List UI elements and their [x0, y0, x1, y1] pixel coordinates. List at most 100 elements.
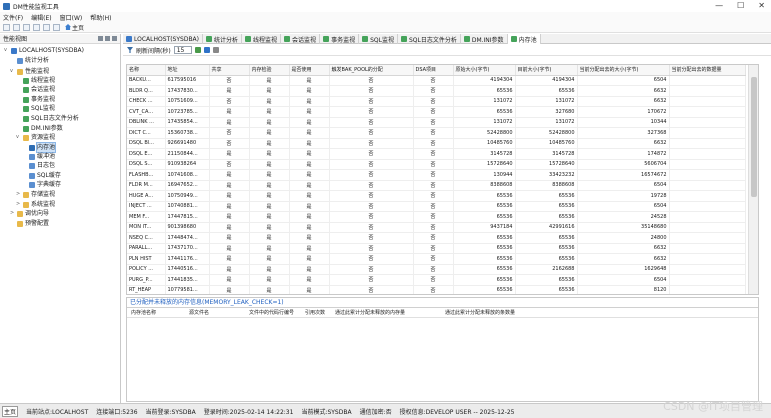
table-row[interactable]: BACKU... 617595016 否是是否否 4194304 4194304 6504 [127, 75, 746, 86]
editor-tab[interactable]: DM.INI参数 [461, 34, 508, 44]
tree-item[interactable]: 事务监视 [16, 95, 55, 104]
tree-item[interactable]: SQL监视 [16, 104, 55, 113]
tree-item[interactable]: SQL缓存 [22, 171, 61, 180]
tree-item[interactable]: 日志包 [22, 161, 55, 170]
tree-twisty-icon[interactable]: > [16, 200, 21, 209]
tree-item[interactable]: > 系统监视 [16, 200, 55, 209]
tree-item[interactable]: > 存储监视 [16, 190, 55, 199]
column-header[interactable]: 当前分配出去的大小(字节) [577, 65, 670, 76]
save-icon[interactable] [13, 23, 20, 31]
table-row[interactable]: FLASHB... 10741608... 是是是否否 130944 33423232 1… [127, 169, 746, 181]
table-row[interactable]: PARALL... 17437170... 是是是否否 65536 65536 6632 [127, 243, 746, 254]
leak-column-header[interactable]: 文件中的代码行编号 [245, 309, 301, 316]
column-header[interactable]: 触发BAK_POOL的分配 [329, 65, 414, 76]
leak-column-header[interactable]: 通过此累计分配未释放的内存量 [331, 309, 441, 316]
table-row[interactable]: PLN HIST 17441176... 是是是否否 65536 65536 6632 [127, 253, 746, 265]
minimize-button[interactable]: — [715, 1, 723, 10]
editor-tab[interactable]: 会话监视 [281, 34, 321, 44]
scrollbar-thumb[interactable] [751, 77, 757, 197]
table-row[interactable]: CVT_CA... 10723785... 是是是否否 65536 327680 1706… [127, 106, 746, 118]
leak-column-header[interactable]: 引用次数 [301, 309, 331, 316]
table-row[interactable]: DBLINK ... 17435854... 是是是否否 131072 131072 10… [127, 117, 746, 128]
table-cell: 65536 [453, 106, 516, 118]
status-home-badge[interactable]: 主页 [2, 405, 19, 417]
table-row[interactable]: DSQL E... 21150844... 是是是否否 3145728 3145728 1… [127, 148, 746, 160]
panel-minimize-icon[interactable] [112, 36, 117, 41]
forward-icon[interactable] [53, 23, 60, 31]
link-icon[interactable] [105, 36, 110, 41]
table-cell: 17440516... [165, 264, 210, 275]
export-icon[interactable] [212, 47, 219, 53]
connect-icon[interactable] [23, 23, 30, 31]
column-header[interactable]: 是否使用 [289, 65, 330, 76]
table-row[interactable]: CHECK ... 10751609... 否是是否否 131072 131072 663… [127, 96, 746, 107]
disconnect-icon[interactable] [33, 23, 40, 31]
table-row[interactable]: RT_HEAP 10779581... 是是是否否 65536 65536 8120 [127, 285, 746, 294]
column-header[interactable]: DSA项目 [413, 65, 454, 76]
table-vertical-scrollbar[interactable] [748, 65, 758, 294]
menu-file[interactable]: 文件(F) [3, 13, 23, 22]
tree-item[interactable]: v LOCALHOST(SYSDBA) [4, 46, 84, 55]
new-icon[interactable] [3, 23, 10, 31]
tree-item[interactable]: v 性能监视 [10, 67, 49, 76]
tree-twisty-icon[interactable]: > [10, 209, 15, 218]
tree-twisty-icon[interactable]: v [4, 46, 9, 55]
menu-window[interactable]: 窗口(W) [60, 13, 83, 22]
editor-tab[interactable]: LOCALHOST(SYSDBA) [123, 34, 204, 44]
menu-help[interactable]: 帮助(H) [90, 13, 111, 22]
home-button[interactable]: 主页 [65, 23, 84, 32]
table-row[interactable]: PURG_P... 17441835... 是是是否否 65536 65536 6504 [127, 274, 746, 286]
table-row[interactable]: INJECT ... 10740881... 是是是否否 65536 65536 6504 [127, 201, 746, 212]
tree-item[interactable]: v 资源监视 [16, 133, 55, 142]
tree-item[interactable]: 内存池 [22, 142, 57, 153]
editor-tab[interactable]: 内存池 [507, 34, 541, 44]
table-row[interactable]: HUGE A... 10750949... 是是是否否 65536 65536 19728 [127, 190, 746, 202]
leak-column-header[interactable]: 通过此累计分配未释放的条数量 [441, 309, 551, 316]
column-header[interactable]: 内存检验 [249, 65, 290, 76]
close-button[interactable]: ✕ [758, 1, 765, 10]
tree-item[interactable]: 字典缓存 [22, 180, 61, 189]
table-row[interactable]: DICT C... 15360738... 否是是否否 52428800 5242880… [127, 127, 746, 139]
editor-tab[interactable]: 统计分析 [203, 34, 243, 44]
tree-item[interactable]: DM.INI参数 [16, 124, 63, 133]
table-row[interactable]: DSQL Bl... 926691480 否是是否否 10485760 10485760… [127, 138, 746, 149]
tree-twisty-icon[interactable]: > [16, 190, 21, 199]
column-header[interactable]: 原始大小(字节) [453, 65, 516, 76]
column-header[interactable]: 地址 [165, 65, 210, 76]
tree-item[interactable]: > 调优向导 [10, 209, 49, 218]
collapse-all-icon[interactable] [98, 36, 103, 41]
column-header[interactable]: 共享 [209, 65, 250, 76]
tree-item[interactable]: 统计分析 [10, 56, 49, 65]
tree-item[interactable]: 线程监视 [16, 76, 55, 85]
table-row[interactable]: DSQL S... 910938264 否是是否否 15728640 15728640 5… [127, 159, 746, 170]
editor-tab[interactable]: SQL监视 [359, 34, 398, 44]
table-row[interactable]: FLDR M... 16947652... 是是是否否 8388608 8388608 6… [127, 180, 746, 191]
column-header[interactable]: 当前分配出去的数据量 [669, 65, 746, 76]
column-header[interactable]: 名称 [127, 65, 166, 76]
leak-column-header[interactable]: 源文件名 [185, 309, 245, 316]
tree-item[interactable]: SQL日志文件分析 [16, 114, 79, 123]
tree-item[interactable]: 缓冲池 [22, 152, 55, 161]
table-row[interactable]: MON IT... 901398680 是是是否否 9437184 42991616 35… [127, 222, 746, 233]
tree-twisty-icon[interactable]: v [16, 133, 21, 142]
maximize-button[interactable]: ☐ [737, 1, 744, 10]
refresh-icon[interactable] [194, 47, 201, 53]
table-row[interactable]: NSEQ C... 17448474... 是是是否否 65536 65536 24800 [127, 232, 746, 244]
editor-tab[interactable]: 线程监视 [242, 34, 282, 44]
tree-node-icon [23, 201, 29, 208]
leak-column-header[interactable]: 内存池名称 [127, 309, 185, 316]
back-icon[interactable] [43, 23, 50, 31]
tree-twisty-icon[interactable]: v [10, 67, 15, 76]
tree-item[interactable]: 预警配置 [10, 219, 49, 228]
column-header[interactable]: 目前大小(字节) [515, 65, 578, 76]
refresh-interval-select[interactable]: 15 [173, 46, 192, 54]
auto-refresh-icon[interactable] [203, 47, 210, 53]
table-row[interactable]: MEM F... 17447815... 是是是否否 65536 65536 24528 [127, 211, 746, 223]
table-row[interactable]: POLICY ... 17440516... 是是是否否 65536 2162688 16… [127, 264, 746, 275]
menu-edit[interactable]: 编辑(E) [31, 13, 51, 22]
table-row[interactable]: BLDR Q... 17437830... 是是是否否 65536 65536 6632 [127, 85, 746, 97]
tree-item[interactable]: 会话监视 [16, 85, 55, 94]
editor-tab[interactable]: 事务监视 [320, 34, 360, 44]
editor-tab[interactable]: SQL日志文件分析 [398, 34, 461, 44]
filter-icon[interactable] [127, 47, 133, 53]
